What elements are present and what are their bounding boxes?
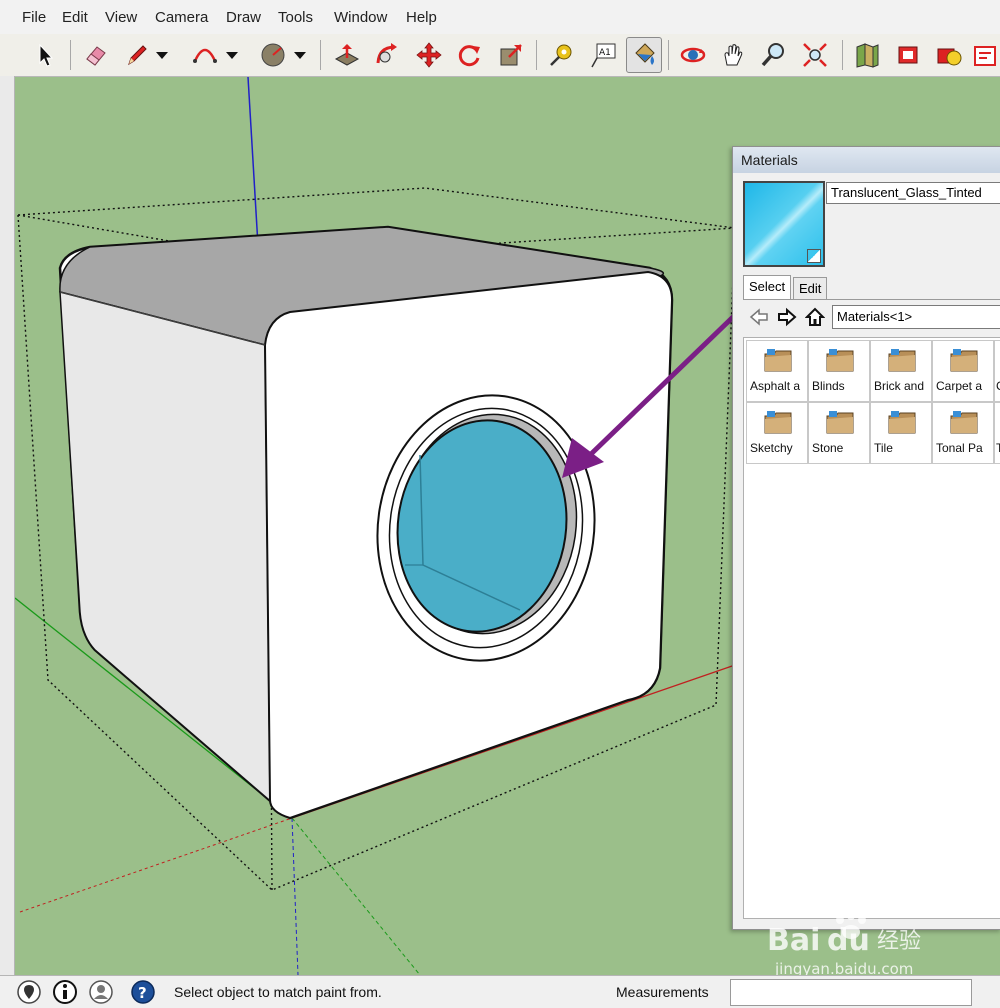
folder-icon — [888, 349, 916, 372]
svg-text:du: du — [827, 923, 870, 958]
measurements-input[interactable] — [730, 979, 972, 1006]
scale-icon[interactable] — [494, 38, 528, 72]
rotate-icon[interactable] — [452, 38, 486, 72]
pan-icon[interactable] — [716, 38, 750, 72]
tab-select[interactable]: Select — [743, 275, 792, 299]
green-axis-hidden — [291, 817, 421, 976]
folder-label: Carpet a — [936, 379, 983, 393]
folder-icon — [888, 411, 916, 434]
orbit-icon[interactable] — [676, 38, 710, 72]
menu-camera[interactable]: Camera — [155, 9, 208, 26]
paint-bucket-icon[interactable] — [626, 37, 662, 73]
folder-label: Tonal Pa — [936, 441, 983, 455]
chevron-down-icon[interactable] — [290, 38, 310, 72]
pencil-icon[interactable] — [120, 38, 154, 72]
text-icon[interactable]: A1 — [586, 38, 620, 72]
menu-edit[interactable]: Edit — [62, 9, 88, 26]
washing-machine-model[interactable] — [58, 225, 674, 820]
get-models-icon[interactable] — [850, 38, 884, 72]
materials-title-bar[interactable]: Materials — [733, 147, 1000, 173]
menu-file[interactable]: File — [22, 9, 46, 26]
circle-icon[interactable] — [256, 38, 290, 72]
folder-sketchy[interactable]: Sketchy — [746, 402, 808, 464]
measurements-label: Measurements — [616, 984, 709, 1000]
menu-draw[interactable]: Draw — [226, 9, 261, 26]
folder-tonal-patterns[interactable]: Tonal Pa — [932, 402, 994, 464]
folder-icon — [950, 349, 978, 372]
tape-measure-icon[interactable] — [544, 38, 578, 72]
folder-label: Brick and — [874, 379, 925, 393]
eraser-icon[interactable] — [78, 38, 112, 72]
folder-icon — [764, 411, 792, 434]
watermark-logo: Bai du 经验 jingyan.baidu.com — [765, 910, 1000, 980]
folder-label: Tile — [874, 441, 893, 455]
push-pull-icon[interactable] — [330, 38, 364, 72]
folder-brick[interactable]: Brick and — [870, 340, 932, 402]
tab-edit[interactable]: Edit — [793, 277, 828, 299]
chevron-down-icon[interactable] — [222, 38, 242, 72]
menu-view[interactable]: View — [105, 9, 137, 26]
folder-icon — [826, 349, 854, 372]
zoom-extents-icon[interactable] — [798, 38, 832, 72]
back-arrow-icon[interactable] — [747, 305, 771, 329]
credits-icon[interactable] — [52, 979, 78, 1005]
menu-help[interactable]: Help — [406, 9, 437, 26]
blue-axis-hidden — [291, 817, 299, 976]
folder-label: Asphalt a — [750, 379, 801, 393]
home-icon[interactable] — [803, 305, 827, 329]
move-icon[interactable] — [412, 38, 446, 72]
folder-partial[interactable]: T — [994, 402, 1000, 464]
folder-blinds[interactable]: Blinds — [808, 340, 870, 402]
sample-paint-icon[interactable] — [807, 249, 821, 263]
user-icon[interactable] — [88, 979, 114, 1005]
red-axis-hidden — [19, 817, 293, 913]
menu-bar: File Edit View Camera Draw Tools Window … — [0, 0, 1000, 35]
folder-label: C — [996, 379, 1000, 393]
svg-text:?: ? — [138, 984, 147, 1002]
status-bar: ? Select object to match paint from. Mea… — [0, 975, 1000, 1008]
svg-text:Bai: Bai — [767, 923, 820, 958]
help-icon[interactable]: ? — [130, 979, 156, 1005]
extension-icon[interactable] — [968, 38, 1000, 72]
follow-me-icon[interactable] — [370, 38, 404, 72]
geolocation-icon[interactable] — [16, 979, 42, 1005]
status-message: Select object to match paint from. — [174, 984, 382, 1000]
select-icon[interactable] — [28, 38, 62, 72]
toolbar: A1 — [0, 34, 1000, 77]
folder-icon — [950, 411, 978, 434]
folder-icon — [826, 411, 854, 434]
folder-label: Blinds — [812, 379, 845, 393]
folder-partial[interactable]: C — [994, 340, 1000, 402]
folder-stone[interactable]: Stone — [808, 402, 870, 464]
materials-panel: Materials Translucent_Glass_Tinted Selec… — [732, 146, 1000, 930]
materials-grid: Asphalt a Blinds Brick and Carpet a C Sk… — [743, 337, 1000, 919]
svg-text:A1: A1 — [599, 48, 611, 58]
left-ruler — [0, 76, 15, 976]
forward-arrow-icon[interactable] — [775, 305, 799, 329]
arc-icon[interactable] — [188, 38, 222, 72]
share-model-icon[interactable] — [892, 38, 926, 72]
folder-label: T — [996, 441, 1000, 455]
folder-icon — [764, 349, 792, 372]
materials-title: Materials — [741, 152, 798, 168]
components-icon[interactable] — [932, 38, 966, 72]
zoom-icon[interactable] — [756, 38, 790, 72]
material-library-select[interactable]: Materials<1> — [832, 305, 1000, 329]
menu-window[interactable]: Window — [334, 9, 387, 26]
folder-carpet[interactable]: Carpet a — [932, 340, 994, 402]
folder-asphalt[interactable]: Asphalt a — [746, 340, 808, 402]
folder-label: Stone — [812, 441, 844, 455]
svg-text:经验: 经验 — [877, 929, 921, 954]
material-name-field[interactable]: Translucent_Glass_Tinted — [826, 182, 1000, 204]
folder-tile[interactable]: Tile — [870, 402, 932, 464]
menu-tools[interactable]: Tools — [278, 9, 313, 26]
folder-label: Sketchy — [750, 441, 793, 455]
material-preview-swatch[interactable] — [743, 181, 825, 267]
chevron-down-icon[interactable] — [152, 38, 172, 72]
